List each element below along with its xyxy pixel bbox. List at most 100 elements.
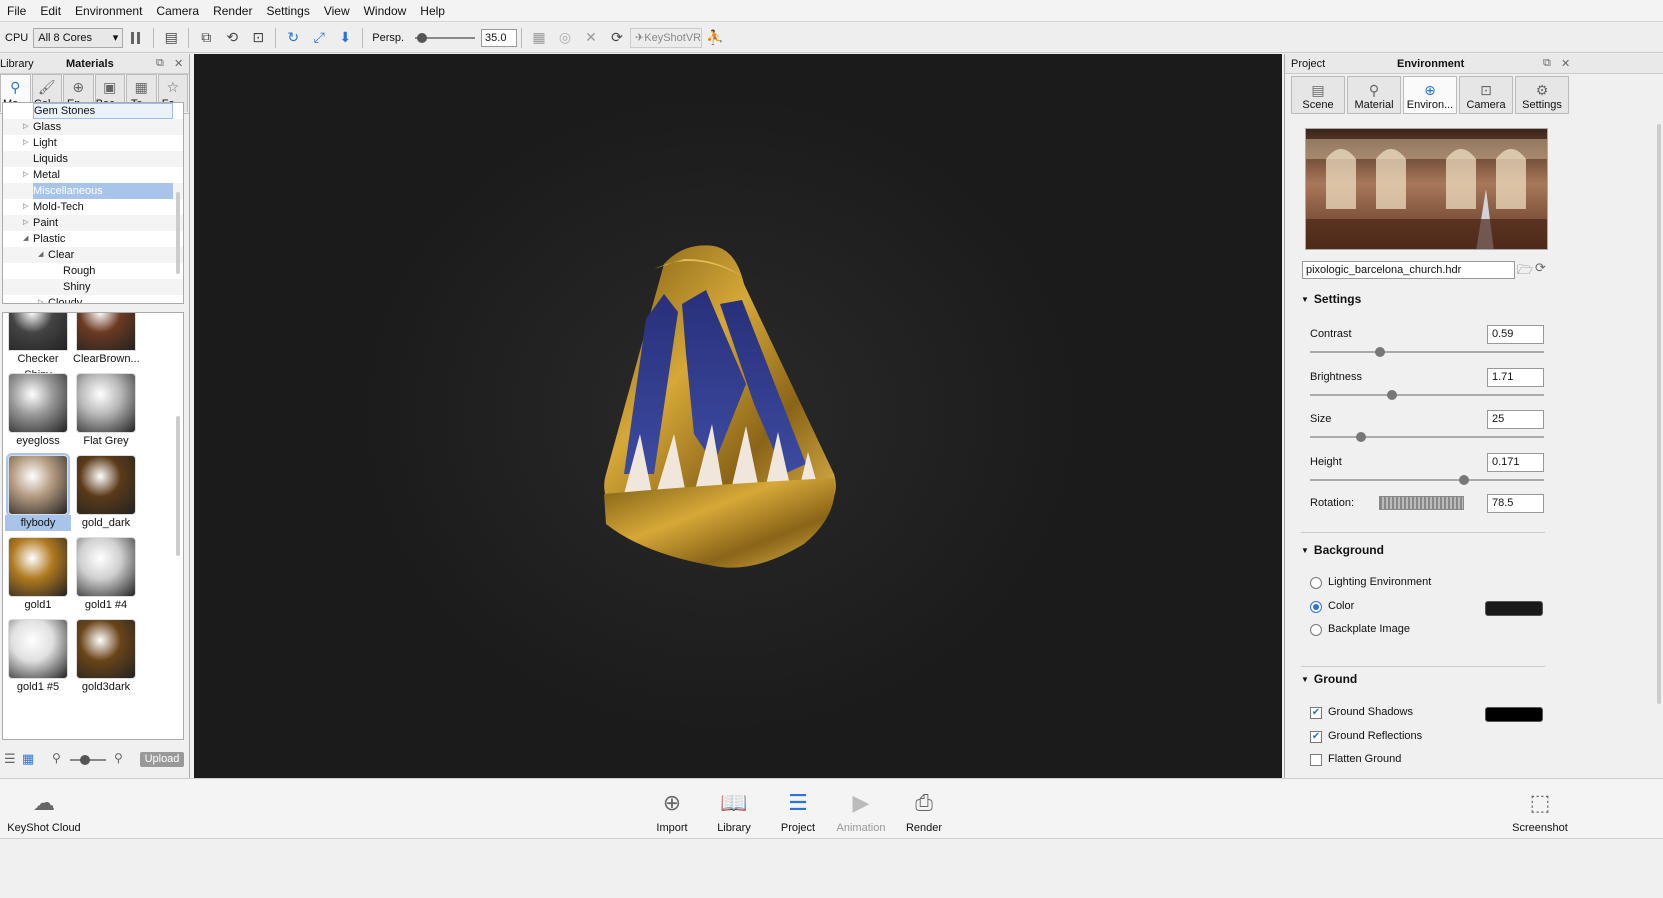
material-thumbnail[interactable]: Checker Shiny [5,313,71,381]
menu-settings[interactable]: Settings [259,0,316,22]
performance-icon[interactable]: ◎ [555,28,575,48]
drop-to-ground-icon[interactable]: ⬇ [335,28,355,48]
material-thumbnail[interactable]: gold1 [5,537,71,613]
tree-item[interactable]: Miscellaneous [3,183,183,199]
project-tab-1[interactable]: ⚲ Material [1347,76,1401,114]
menu-view[interactable]: View [317,0,357,22]
fit-view-icon[interactable]: ⤢ [309,28,329,48]
tree-item[interactable]: ◢ Clear [3,247,183,263]
menu-edit[interactable]: Edit [33,0,68,22]
param-slider-knob[interactable] [1375,347,1386,357]
reset-view-icon[interactable]: ↻ [283,28,303,48]
param-input[interactable]: 1.71 [1487,367,1544,387]
float-panel-icon[interactable]: ⧉ [156,57,164,70]
zoom-in-icon[interactable]: ⚲ [114,751,123,765]
settings-section-header[interactable]: ▼ Settings [1301,292,1361,306]
collapsed-arrow-icon[interactable]: ▷ [23,135,28,151]
rotation-input[interactable]: 78.5 [1487,494,1544,513]
shadow-color-swatch[interactable] [1485,707,1543,722]
menu-environment[interactable]: Environment [68,0,149,22]
project-tab-3[interactable]: ⊡ Camera [1459,76,1513,114]
collapsed-arrow-icon[interactable]: ▷ [38,295,43,303]
background-radio[interactable] [1310,577,1322,589]
cores-select[interactable]: All 8 Cores ▾ [33,27,124,48]
pause-icon[interactable] [126,28,146,48]
tree-item[interactable]: ◢ Plastic [3,231,183,247]
menu-help[interactable]: Help [413,0,452,22]
tree-item[interactable]: Rough [3,263,183,279]
collapsed-arrow-icon[interactable]: ▷ [23,215,28,231]
fov-slider[interactable] [415,32,476,43]
rotation-dial[interactable] [1379,496,1464,510]
tree-item[interactable]: ▷ Metal [3,167,183,183]
background-radio[interactable] [1310,600,1322,613]
background-color-swatch[interactable] [1485,601,1543,616]
param-slider[interactable] [1310,474,1544,485]
project-tab-0[interactable]: ▤ Scene [1291,76,1345,114]
param-slider-knob[interactable] [1356,432,1367,442]
render-region-icon[interactable]: ▤ [161,28,181,48]
render-viewport[interactable] [194,54,1282,778]
material-thumbnail[interactable]: gold_dark [73,455,139,531]
render-button[interactable]: ⎙ Render [902,787,946,834]
hdr-preview[interactable] [1305,128,1548,250]
close-icon[interactable]: ✕ [1561,57,1570,70]
param-input[interactable]: 0.171 [1487,452,1544,472]
refresh-icon[interactable]: ⟳ [1535,260,1546,276]
ground-checkbox[interactable] [1310,754,1322,766]
param-slider-knob[interactable] [1386,389,1397,400]
param-slider[interactable] [1310,389,1544,400]
grid-icon[interactable]: ▦ [529,28,549,48]
tree-item[interactable]: ▷ Light [3,135,183,151]
material-thumbnail[interactable]: eyegloss [5,373,71,449]
animation-button[interactable]: ▶ Animation [832,787,890,834]
menu-camera[interactable]: Camera [149,0,206,22]
list-view-icon[interactable]: ☰ [4,751,16,767]
project-button[interactable]: ☰ Project [776,787,820,834]
background-section-header[interactable]: ▼ Background [1301,543,1384,557]
thumbs-scrollbar[interactable] [176,416,180,556]
tree-item[interactable]: Shiny [3,279,183,295]
geometry-view-icon[interactable]: ✕ [581,28,601,48]
tree-item[interactable]: ▷ Mold-Tech [3,199,183,215]
param-slider[interactable] [1310,347,1544,357]
param-slider-knob[interactable] [1459,474,1470,485]
param-input[interactable]: 25 [1487,410,1544,429]
sync-icon[interactable]: ⟳ [607,28,627,48]
thumb-size-slider[interactable] [70,755,106,765]
thumb-size-knob[interactable] [80,755,90,765]
material-thumbnail[interactable]: Flat Grey [73,373,139,449]
material-thumbnail[interactable]: flybody [5,453,71,531]
lock-camera-icon[interactable]: ⊡ [248,28,268,48]
collapsed-arrow-icon[interactable]: ▷ [23,119,28,135]
grid-view-icon[interactable]: ▦ [22,751,34,767]
collapsed-arrow-icon[interactable]: ▷ [23,167,28,183]
open-folder-icon[interactable]: 🗁 [1517,261,1533,283]
ground-checkbox[interactable]: ✔ [1310,730,1322,743]
upload-button[interactable]: Upload [140,752,184,767]
library-button[interactable]: 📖 Library [712,787,756,834]
import-button[interactable]: ⊕ Import [650,787,694,834]
tree-item[interactable]: ▷ Cloudy [3,295,183,303]
expanded-arrow-icon[interactable]: ◢ [23,231,28,247]
fov-slider-knob[interactable] [417,32,428,43]
float-panel-icon[interactable]: ⧉ [1543,57,1551,70]
tree-item[interactable]: Liquids [3,151,183,167]
hdr-file-input[interactable]: pixologic_barcelona_church.hdr [1302,261,1515,279]
param-input[interactable]: 0.59 [1487,325,1544,344]
orbit-icon[interactable]: ⟲ [222,28,242,48]
screenshot-button[interactable]: ⬚ Screenshot [1510,787,1570,834]
ground-section-header[interactable]: ▼ Ground [1301,672,1357,686]
menu-render[interactable]: Render [206,0,259,22]
project-tab-2[interactable]: ⊕ Environ... [1403,76,1457,114]
keyshot-cloud-button[interactable]: ☁ KeyShot Cloud [6,787,82,834]
fov-input[interactable]: 35.0 [481,28,518,47]
project-scrollbar[interactable] [1657,124,1661,704]
project-tab-4[interactable]: ⚙ Settings [1515,76,1569,114]
param-slider[interactable] [1310,432,1544,442]
camera-snapshot-icon[interactable]: ⧉ [196,28,216,48]
background-radio[interactable] [1310,624,1322,636]
presenter-icon[interactable]: ⛹ [705,28,725,48]
collapsed-arrow-icon[interactable]: ▷ [23,199,28,215]
keyshotvr-button[interactable]: ✈ KeyShotVR [630,27,703,48]
